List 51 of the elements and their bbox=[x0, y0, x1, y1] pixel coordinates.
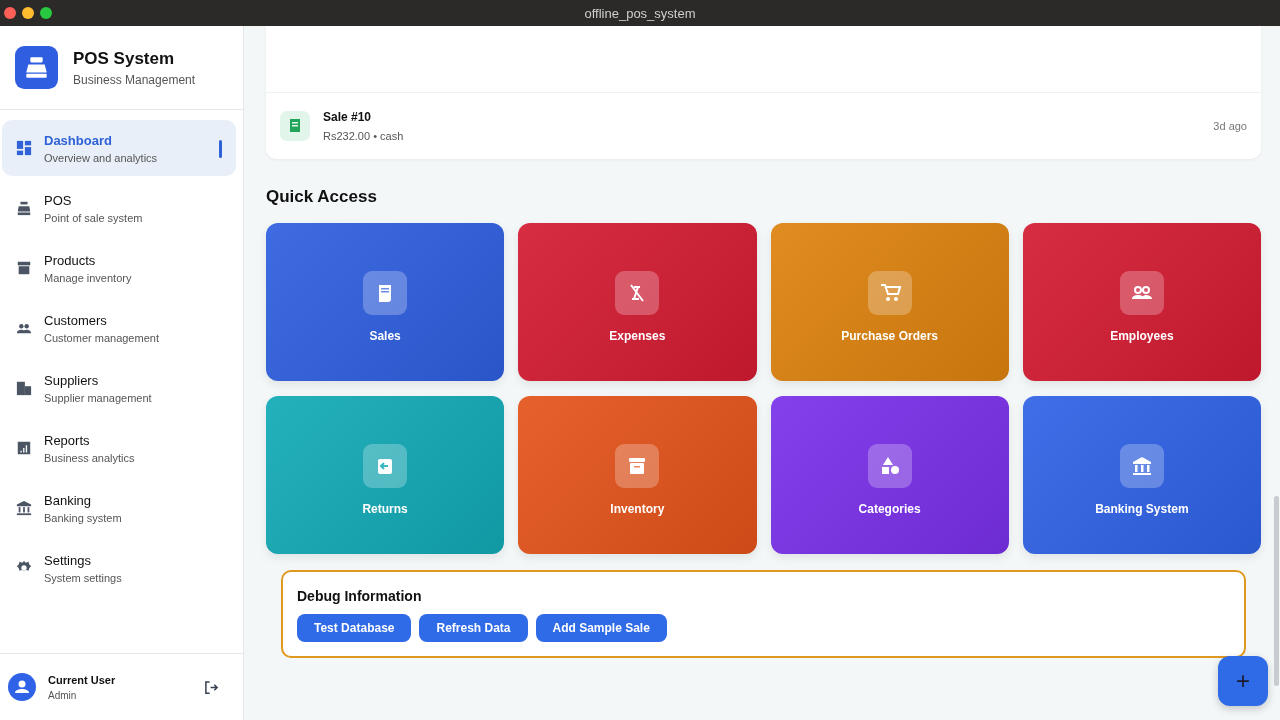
receipt-icon bbox=[280, 111, 310, 141]
debug-button[interactable]: Add Sample Sale bbox=[535, 614, 667, 642]
sidebar-item[interactable]: Products Manage inventory bbox=[2, 240, 236, 296]
shapes-icon bbox=[867, 444, 912, 488]
receipt-icon bbox=[363, 271, 408, 315]
sidebar-item[interactable]: Banking Banking system bbox=[2, 480, 236, 536]
chart-icon bbox=[16, 440, 32, 456]
bank-icon bbox=[16, 500, 32, 516]
sidebar-item[interactable]: Customers Customer management bbox=[2, 300, 236, 356]
debug-title: Debug Information bbox=[297, 588, 423, 604]
app-subtitle: Business Management bbox=[73, 72, 196, 87]
quick-access-tile[interactable]: Purchase Orders bbox=[770, 223, 1009, 381]
window-title: offline_pos_system bbox=[584, 5, 696, 21]
sidebar-item[interactable]: Suppliers Supplier management bbox=[2, 360, 236, 416]
add-button[interactable]: + bbox=[1218, 656, 1268, 706]
return-icon bbox=[363, 444, 408, 488]
user-name: Current User bbox=[48, 673, 117, 686]
bank-icon bbox=[1119, 444, 1164, 488]
logout-icon[interactable] bbox=[204, 679, 219, 695]
building-icon bbox=[16, 380, 32, 396]
section-title: Quick Access bbox=[266, 187, 378, 207]
quick-access-tile[interactable]: Categories bbox=[770, 396, 1009, 554]
sidebar-item[interactable]: Reports Business analytics bbox=[2, 420, 236, 476]
quick-access-tile[interactable]: Expenses bbox=[518, 223, 757, 381]
cash-register-icon bbox=[15, 46, 58, 89]
quick-access-tile[interactable]: Inventory bbox=[518, 396, 757, 554]
quick-access-tile[interactable]: Banking System bbox=[1022, 396, 1261, 554]
sale-detail: Rs232.00 • cash bbox=[323, 130, 405, 142]
quick-access-tile[interactable]: Returns bbox=[266, 396, 505, 554]
sidebar-item[interactable]: POS Point of sale system bbox=[2, 180, 236, 236]
box-icon bbox=[16, 260, 32, 276]
people-icon bbox=[1119, 271, 1164, 315]
debug-button[interactable]: Test Database bbox=[297, 614, 412, 642]
user-role: Admin bbox=[48, 689, 78, 701]
scrollbar-thumb[interactable] bbox=[1274, 496, 1279, 686]
sidebar-item[interactable]: Settings System settings bbox=[2, 540, 236, 596]
cart-icon bbox=[867, 271, 912, 315]
box-icon bbox=[615, 444, 660, 488]
debug-button[interactable]: Refresh Data bbox=[419, 614, 528, 642]
sidebar-item[interactable]: Dashboard Overview and analytics bbox=[2, 120, 236, 176]
quick-access-tile[interactable]: Employees bbox=[1022, 223, 1261, 381]
maximize-icon[interactable] bbox=[40, 7, 52, 19]
close-icon[interactable] bbox=[4, 7, 16, 19]
avatar-icon bbox=[8, 673, 36, 701]
register-icon bbox=[16, 200, 32, 216]
app-name: POS System bbox=[73, 48, 176, 69]
sale-title: Sale #10 bbox=[323, 110, 373, 124]
sale-time: 3d ago bbox=[1213, 120, 1247, 132]
minimize-icon[interactable] bbox=[22, 7, 34, 19]
quick-access-tile[interactable]: Sales bbox=[266, 223, 505, 381]
dashboard-icon bbox=[16, 140, 32, 156]
